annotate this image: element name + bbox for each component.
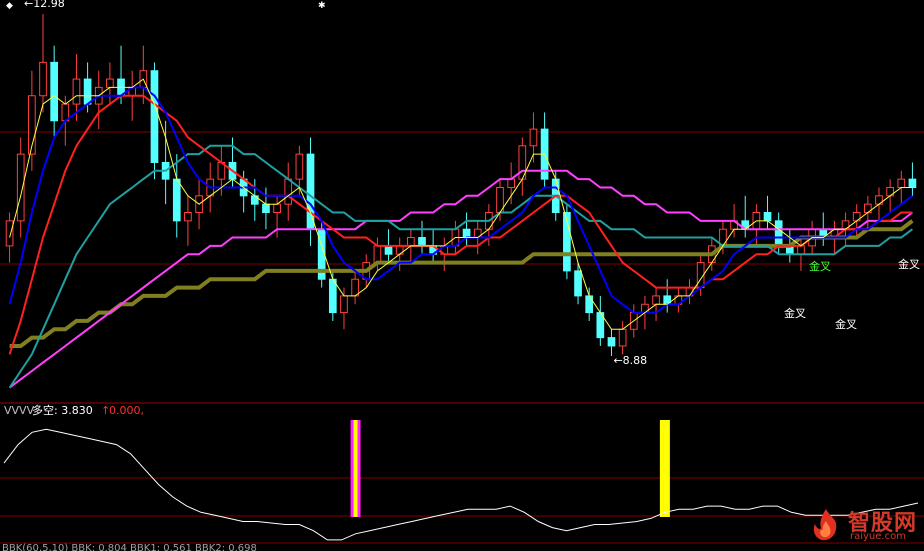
candle: [607, 329, 616, 356]
candle-body: [340, 295, 348, 314]
star-marker-icon: ✱: [318, 1, 326, 11]
signal-bar-inner: [353, 420, 358, 517]
candle-body: [351, 278, 359, 297]
candle: [596, 295, 605, 346]
candle-body: [652, 295, 660, 305]
candle: [618, 320, 627, 355]
site-watermark: 智股网 raiyue.com: [808, 505, 920, 545]
golden-cross-label: 金叉: [898, 257, 920, 271]
candle: [563, 204, 571, 280]
candle-body: [373, 245, 382, 264]
candle: [351, 270, 359, 305]
candle: [94, 70, 103, 130]
watermark-url: raiyue.com: [850, 531, 906, 542]
candle: [462, 212, 471, 246]
candle-body: [529, 128, 538, 147]
candle: [50, 45, 59, 138]
candle-body: [384, 245, 393, 255]
candle-body: [295, 153, 304, 180]
candle-body: [574, 270, 582, 297]
high-price-label: ←12.98: [24, 0, 65, 10]
diamond-marker-icon: ◆: [6, 1, 13, 11]
candle: [585, 287, 594, 321]
candle-body: [150, 70, 159, 163]
ma-line-magenta: [8, 169, 914, 389]
candle: [161, 120, 170, 205]
candle-body: [273, 203, 281, 214]
candlestick-panel: ◆ ✱: [0, 1, 924, 389]
candle: [172, 154, 181, 238]
candle-body: [284, 178, 293, 205]
candle: [763, 195, 772, 230]
golden-cross-label: 金叉: [835, 317, 857, 331]
candle-body: [618, 328, 627, 347]
candle: [518, 137, 527, 196]
candle-body: [184, 212, 192, 222]
candle: [674, 287, 683, 313]
indicator-value: 多空: 3.830: [32, 403, 93, 417]
candle-body: [306, 153, 315, 230]
indicator-name: VVVV: [4, 404, 35, 417]
indicator-footer: BBK(60,5,10) BBK: 0.804 BBK1: 0.561 BBK2…: [2, 543, 257, 551]
golden-cross-label: 金叉: [784, 306, 806, 320]
ma-line-teal: [8, 144, 913, 389]
candle-body: [897, 178, 906, 188]
candle: [663, 279, 672, 313]
candle-body: [507, 178, 516, 188]
candle-body: [328, 278, 337, 314]
golden-cross-label: 金叉: [809, 259, 831, 273]
candle-body: [262, 203, 270, 214]
candle: [150, 62, 159, 180]
candle: [5, 212, 14, 263]
flame-logo-icon: [813, 509, 837, 541]
signal-bar-inner: [662, 420, 667, 517]
candle: [39, 14, 47, 113]
stock-chart: ◆ ✱ ←12.98 ←8.88 金叉 金叉 金叉 金叉 VVVV 多空: 3.8…: [0, 0, 924, 551]
candle-body: [585, 295, 594, 314]
ma-line-short: [9, 78, 913, 330]
candle-body: [39, 61, 47, 97]
candle: [540, 112, 549, 188]
candle: [184, 195, 192, 246]
candle-body: [406, 237, 415, 247]
indicator-line: [3, 428, 919, 541]
candle: [340, 287, 348, 330]
candle: [418, 220, 426, 255]
candle-body: [172, 178, 181, 222]
candle-body: [774, 220, 783, 247]
candle-body: [106, 78, 114, 88]
candle-body: [50, 61, 59, 122]
indicator-header: VVVV 多空: 3.830 ↑ 0.000,: [4, 403, 144, 417]
candle: [741, 195, 750, 238]
candle-body: [418, 237, 426, 247]
candle-body: [607, 337, 616, 347]
indicator-panel: [0, 420, 924, 544]
candle: [908, 162, 917, 196]
candle-body: [5, 220, 14, 247]
candle: [284, 162, 293, 221]
candle-body: [797, 245, 805, 255]
low-price-label: ←8.88: [613, 354, 647, 367]
candle-body: [72, 78, 81, 105]
candle-body: [908, 178, 917, 188]
candle-body: [462, 228, 471, 239]
candle-body: [83, 78, 92, 105]
candle-body: [763, 212, 772, 222]
indicator-value-2: 0.000,: [109, 404, 144, 417]
candle: [507, 162, 516, 205]
candle: [106, 62, 114, 105]
